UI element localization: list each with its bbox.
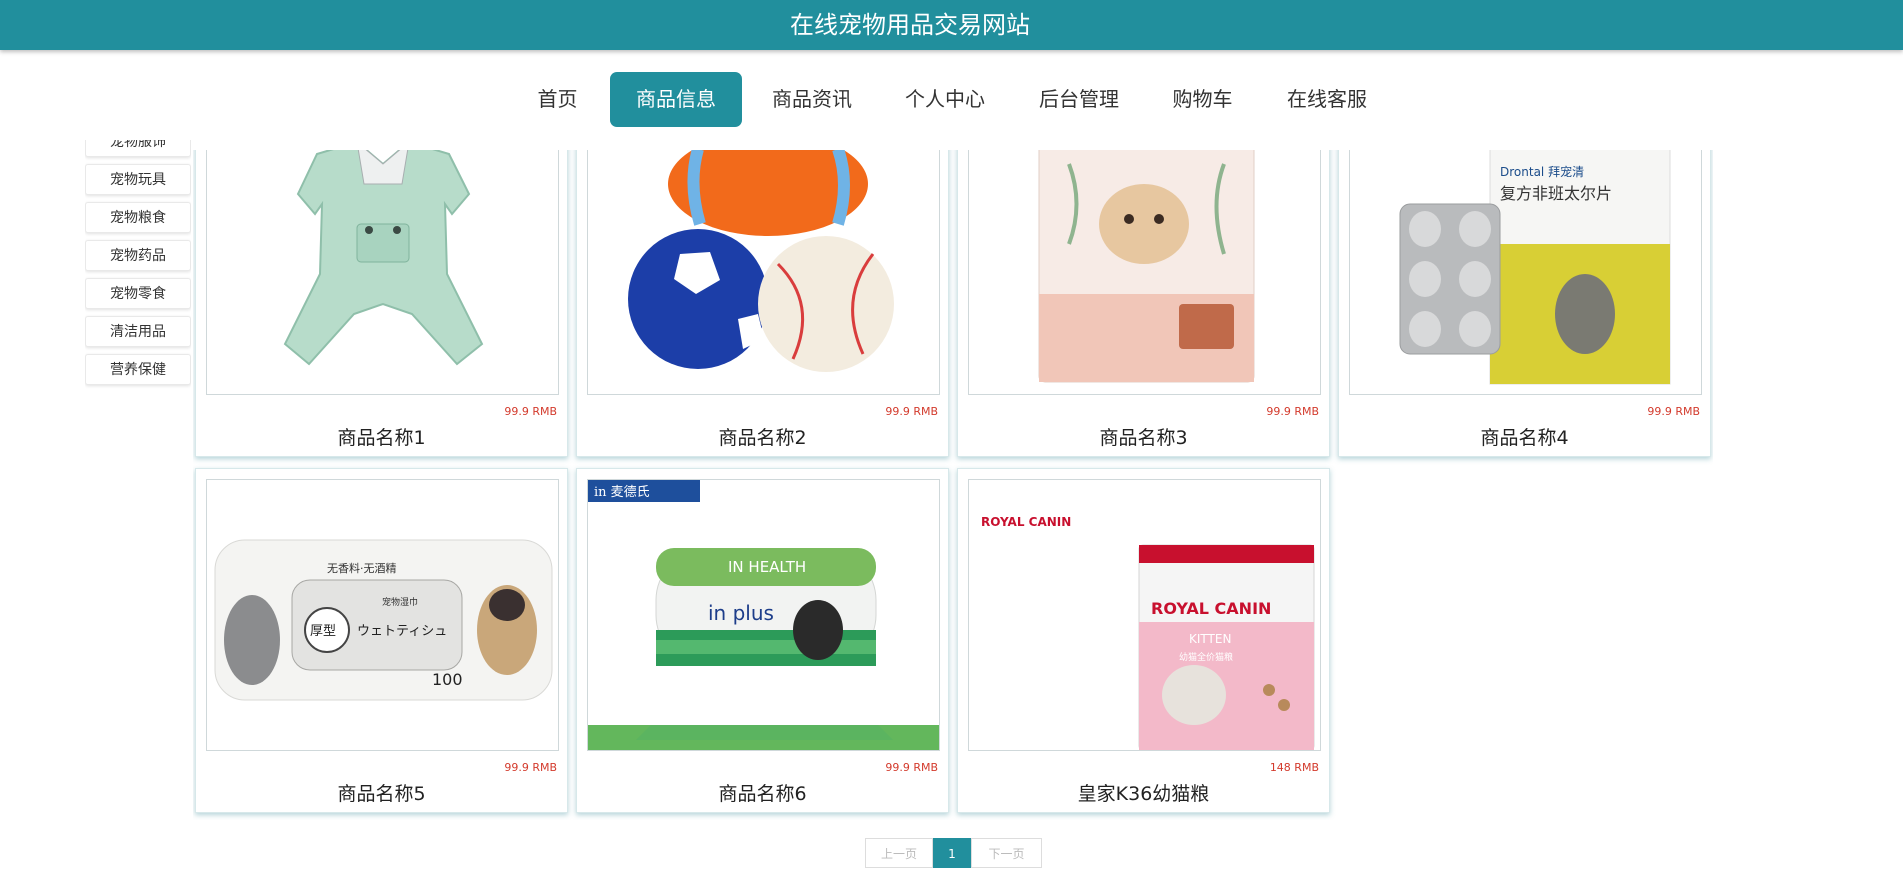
prev-page-button[interactable]: 上一页 <box>865 838 933 868</box>
pet-toy-balls-image[interactable] <box>587 150 940 395</box>
product-price: 99.9 RMB <box>504 405 557 418</box>
wipes-thick-text: 厚型 <box>310 624 336 639</box>
category-cleaning[interactable]: 清洁用品 <box>85 316 191 347</box>
product-name[interactable]: 商品名称3 <box>958 423 1329 450</box>
wipes-top-text: 无香料·无酒精 <box>327 561 397 575</box>
nav-admin[interactable]: 后台管理 <box>1024 72 1134 127</box>
category-toys[interactable]: 宠物玩具 <box>85 164 191 195</box>
category-medicine[interactable]: 宠物药品 <box>85 240 191 271</box>
pagination: 上一页 1 下一页 <box>865 838 1042 868</box>
product-name[interactable]: 商品名称6 <box>577 779 948 806</box>
product-price: 99.9 RMB <box>1647 405 1700 418</box>
product-price: 99.9 RMB <box>885 761 938 774</box>
next-page-button[interactable]: 下一页 <box>971 838 1042 868</box>
medicine-name-text: 复方非班太尔片 <box>1500 184 1612 203</box>
product-card[interactable]: ROYAL CANIN ROYAL CANIN KITTEN 幼猫全价猫粮 14… <box>957 468 1330 813</box>
category-snacks[interactable]: 宠物零食 <box>85 278 191 309</box>
wipes-label-text: 宠物湿巾 <box>382 596 418 608</box>
nav-cart[interactable]: 购物车 <box>1157 72 1248 127</box>
wipes-japanese-text: ウェトティシュ <box>357 624 447 639</box>
wipes-count-text: 100 <box>432 670 463 689</box>
product-card[interactable]: 99.9 RMB 商品名称2 <box>576 150 949 457</box>
product-price: 99.9 RMB <box>504 761 557 774</box>
product-price: 99.9 RMB <box>885 405 938 418</box>
category-health[interactable]: 营养保健 <box>85 354 191 385</box>
nav-service[interactable]: 在线客服 <box>1272 72 1382 127</box>
kitten-text: KITTEN <box>1189 632 1231 646</box>
product-name[interactable]: 商品名称1 <box>196 423 567 450</box>
site-title: 在线宠物用品交易网站 <box>790 11 1030 39</box>
product-name[interactable]: 商品名称2 <box>577 423 948 450</box>
category-food[interactable]: 宠物粮食 <box>85 202 191 233</box>
product-card[interactable]: in 麦德氏 IN HEALTH in plus 99.9 RMB 商品名称6 <box>576 468 949 813</box>
pet-food-bag-image[interactable] <box>968 150 1321 395</box>
product-grid: 99.9 RMB 商品名称1 99.9 RMB 商品名称2 99.9 RMB 商… <box>193 150 1713 820</box>
royal-canin-logo-text: ROYAL CANIN <box>981 515 1071 529</box>
nav-user-center[interactable]: 个人中心 <box>890 72 1000 127</box>
supplement-lid-text: IN HEALTH <box>728 558 806 576</box>
nav-news[interactable]: 商品资讯 <box>757 72 867 127</box>
product-card[interactable]: 99.9 RMB 商品名称1 <box>195 150 568 457</box>
pet-medicine-image[interactable]: Drontal 拜宠清 复方非班太尔片 <box>1349 150 1702 395</box>
product-card[interactable]: 99.9 RMB 商品名称3 <box>957 150 1330 457</box>
product-price: 99.9 RMB <box>1266 405 1319 418</box>
pet-supplement-image[interactable]: in 麦德氏 IN HEALTH in plus <box>587 479 940 751</box>
medicine-brand-text: Drontal 拜宠清 <box>1500 164 1584 179</box>
bag-brand-text: ROYAL CANIN <box>1151 599 1271 618</box>
supplement-brand-text: in 麦德氏 <box>594 485 650 500</box>
pet-clothes-image[interactable] <box>206 150 559 395</box>
product-card[interactable]: Drontal 拜宠清 复方非班太尔片 99.9 RMB 商品名称4 <box>1338 150 1711 457</box>
nav-home[interactable]: 首页 <box>520 72 595 127</box>
product-price: 148 RMB <box>1269 761 1319 774</box>
current-page-button[interactable]: 1 <box>933 838 971 868</box>
product-name[interactable]: 皇家K36幼猫粮 <box>958 779 1329 806</box>
cat-food-image[interactable]: ROYAL CANIN ROYAL CANIN KITTEN 幼猫全价猫粮 <box>968 479 1321 751</box>
category-clothes[interactable]: 宠物服饰 <box>85 140 191 157</box>
main-nav: 首页 商品信息 商品资讯 个人中心 后台管理 购物车 在线客服 <box>0 72 1903 128</box>
category-sidebar: 宠物服饰 宠物玩具 宠物粮食 宠物药品 宠物零食 清洁用品 营养保健 <box>85 140 191 402</box>
header-bar: 在线宠物用品交易网站 <box>0 0 1903 50</box>
nav-products[interactable]: 商品信息 <box>610 72 742 127</box>
supplement-label-text: in plus <box>708 601 774 625</box>
product-card[interactable]: 无香料·无酒精 宠物湿巾 厚型 ウェトティシュ 100 99.9 RMB 商品名… <box>195 468 568 813</box>
kitten-subtitle-text: 幼猫全价猫粮 <box>1179 651 1233 663</box>
product-name[interactable]: 商品名称4 <box>1339 423 1710 450</box>
pet-wipes-image[interactable]: 无香料·无酒精 宠物湿巾 厚型 ウェトティシュ 100 <box>206 479 559 751</box>
product-name[interactable]: 商品名称5 <box>196 779 567 806</box>
